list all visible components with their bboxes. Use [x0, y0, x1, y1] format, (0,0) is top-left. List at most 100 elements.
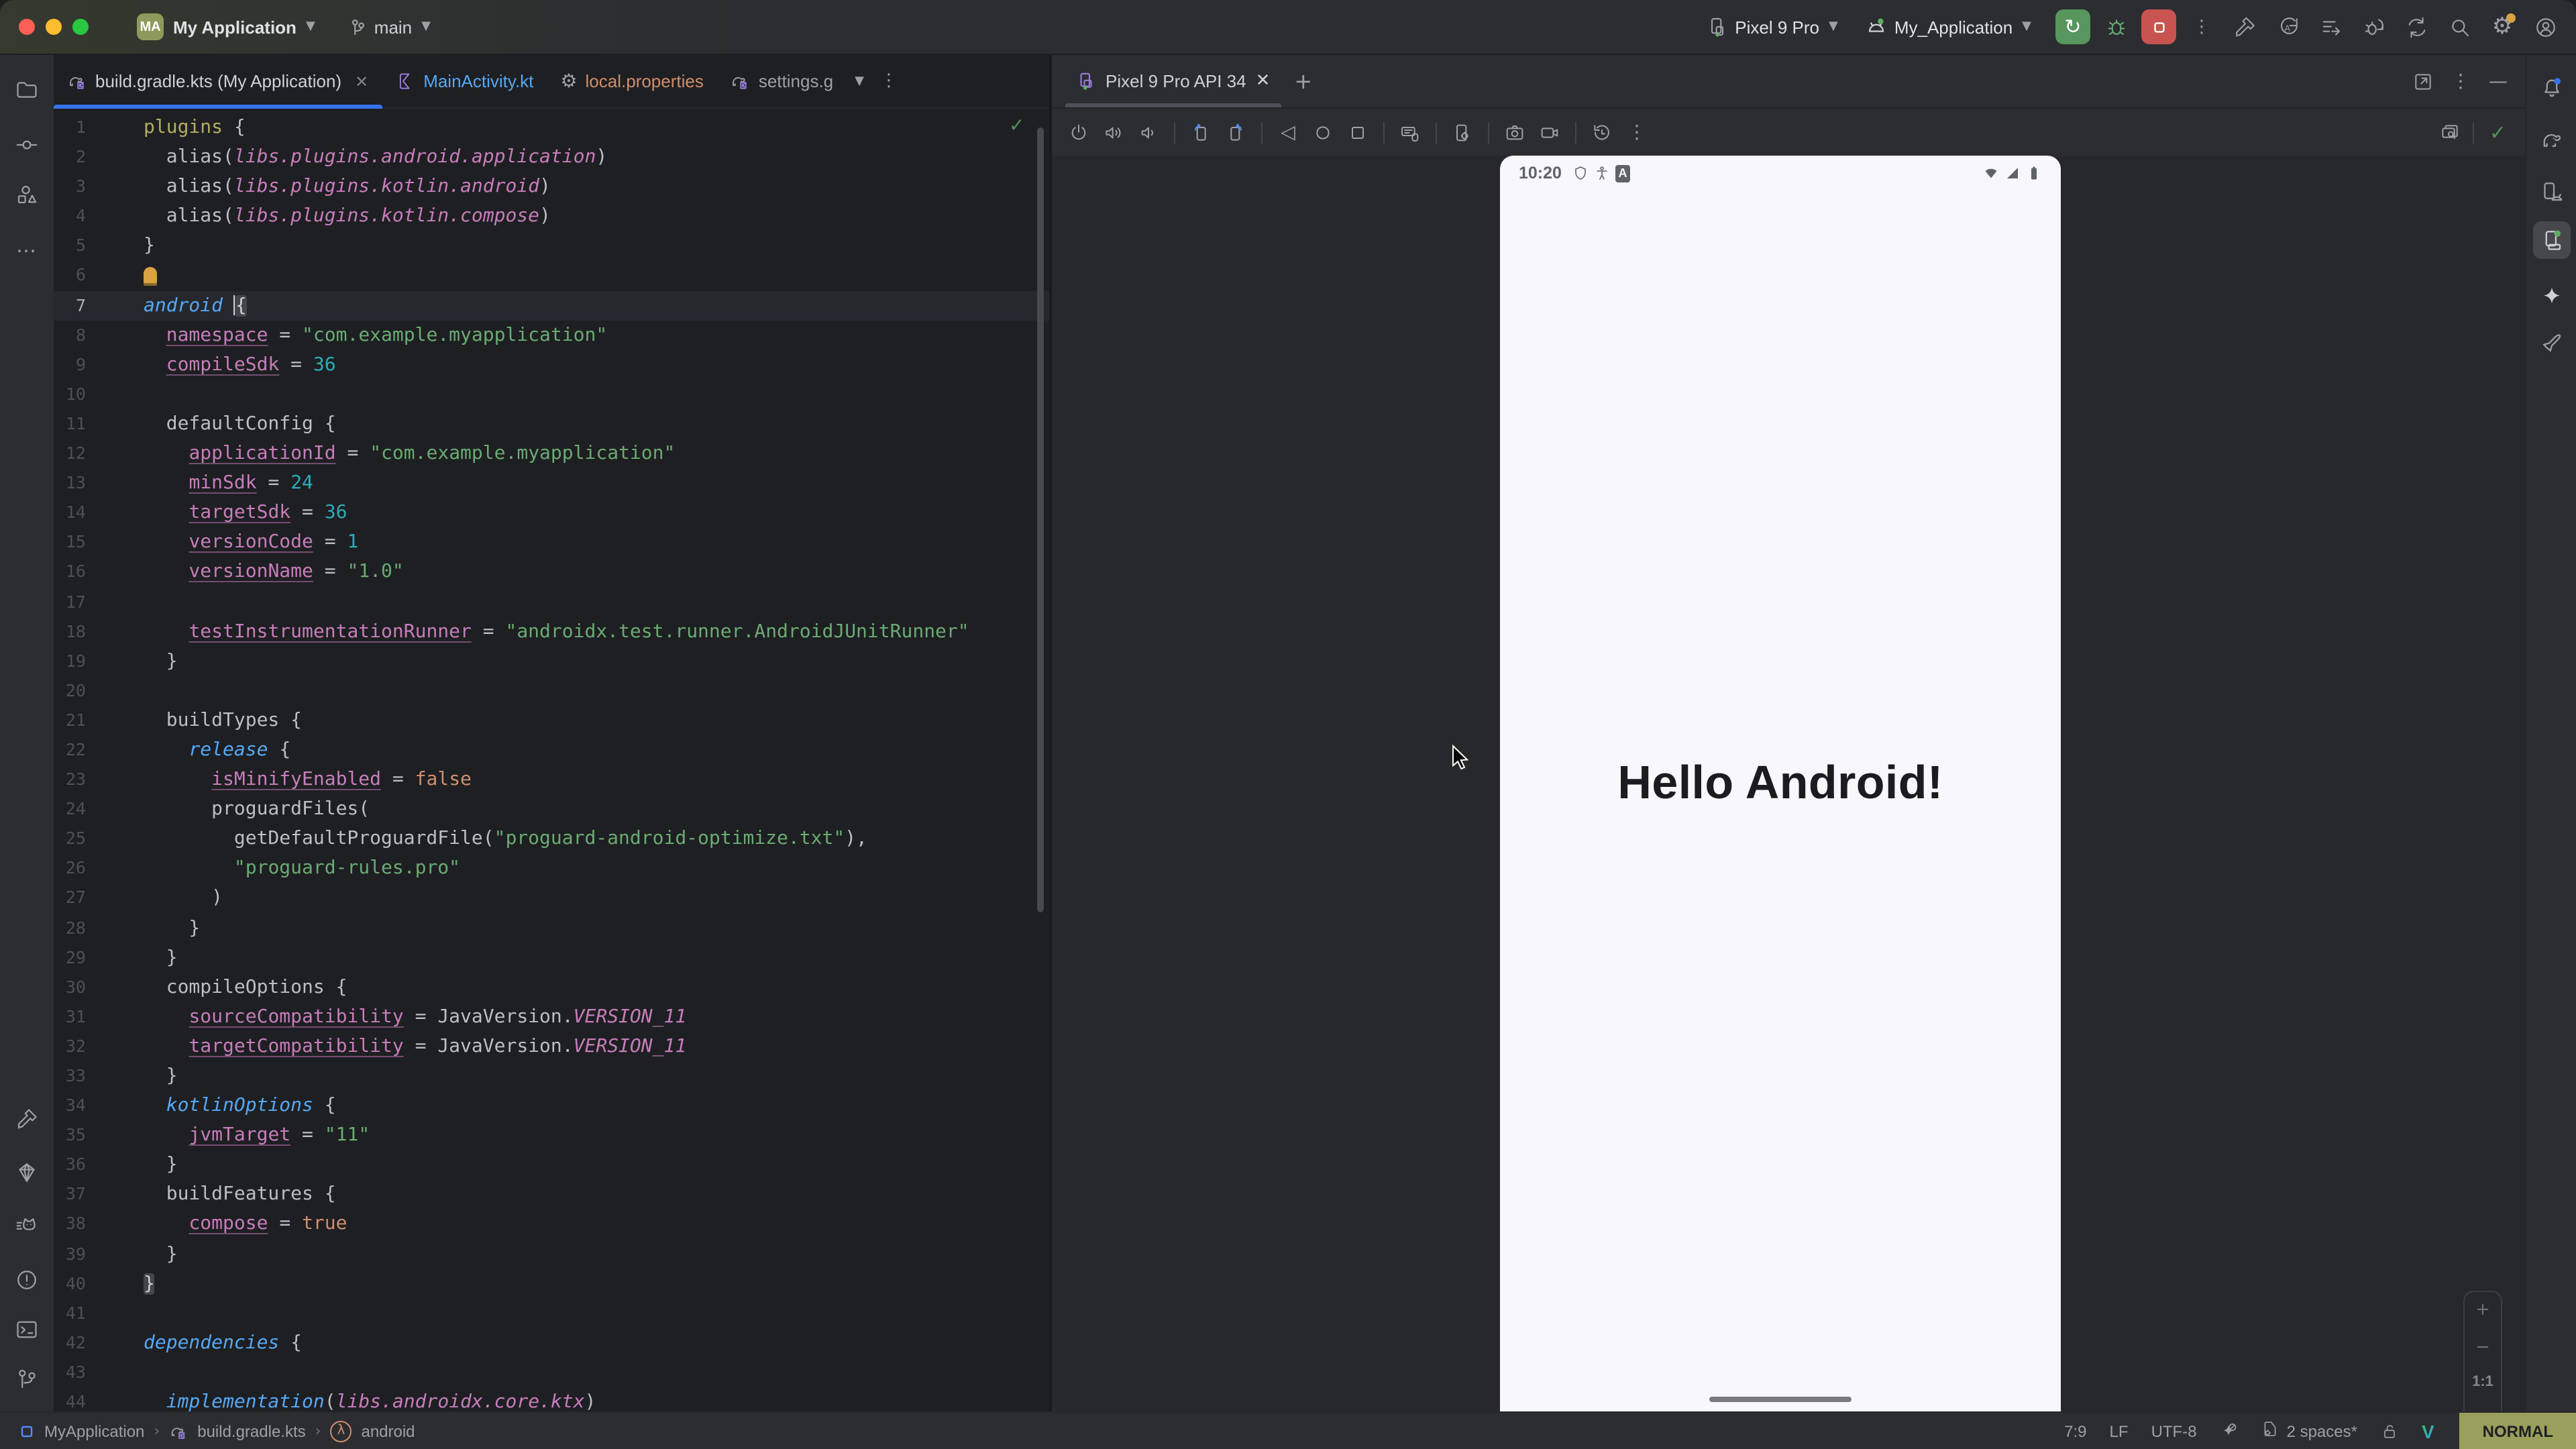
code-editor[interactable]: 1plugins {2 alias(libs.plugins.android.a…	[54, 109, 1049, 1411]
code-line[interactable]: 28 }	[54, 913, 1049, 943]
snapshots-button[interactable]	[1586, 116, 1618, 148]
code-line[interactable]: 8 namespace = "com.example.myapplication…	[54, 320, 1049, 350]
tab-settings-gradle[interactable]: settings.g	[717, 55, 847, 107]
structure-tool-button[interactable]	[8, 176, 46, 213]
macos-close-button[interactable]	[19, 19, 35, 35]
more-tool-windows-button[interactable]: …	[8, 227, 46, 264]
device-tab[interactable]: Pixel 9 Pro API 34 ✕	[1065, 55, 1281, 107]
code-line[interactable]: 29 }	[54, 943, 1049, 972]
device-settings-button[interactable]	[1446, 116, 1479, 148]
caret-position-widget[interactable]: 7:9	[2064, 1421, 2086, 1440]
apply-code-changes-button[interactable]	[2313, 9, 2348, 44]
terminal-tool-button[interactable]	[8, 1311, 46, 1348]
code-line[interactable]: 27 )	[54, 883, 1049, 913]
code-line[interactable]: 34 kotlinOptions {	[54, 1091, 1049, 1120]
apply-changes-button[interactable]: A	[2270, 9, 2305, 44]
power-button[interactable]	[1063, 116, 1095, 148]
quickfix-bulb-icon[interactable]	[144, 268, 157, 284]
code-line[interactable]: 10	[54, 380, 1049, 409]
debug-button[interactable]	[2098, 9, 2133, 44]
close-icon[interactable]: ✕	[355, 72, 368, 91]
gemini-disabled-icon[interactable]	[2220, 1421, 2239, 1440]
ideavim-icon[interactable]: V	[2422, 1420, 2434, 1442]
hide-panel-button[interactable]: —	[2482, 65, 2514, 97]
code-line[interactable]: 11 defaultConfig {	[54, 409, 1049, 439]
layout-inspector-button[interactable]	[2434, 116, 2467, 148]
code-line[interactable]: 18 testInstrumentationRunner = "androidx…	[54, 616, 1049, 646]
hardware-input-button[interactable]	[1394, 116, 1426, 148]
emulator-more-button[interactable]: ⋮	[1621, 116, 1653, 148]
code-line[interactable]: 40}	[54, 1269, 1049, 1298]
code-line[interactable]: 5}	[54, 231, 1049, 261]
problems-tool-button[interactable]	[8, 1261, 46, 1299]
device-manager-tool-button[interactable]	[2533, 173, 2571, 211]
running-devices-tool-button[interactable]	[2533, 221, 2571, 259]
notifications-button[interactable]	[2533, 68, 2571, 106]
gradle-sync-button[interactable]	[2399, 9, 2434, 44]
more-actions-button[interactable]: ⋮	[2184, 9, 2219, 44]
code-line[interactable]: 23 isMinifyEnabled = false	[54, 765, 1049, 794]
zoom-out-button[interactable]: −	[2475, 1339, 2490, 1356]
add-device-button[interactable]: +	[1294, 68, 1312, 94]
code-line[interactable]: 33 }	[54, 1061, 1049, 1091]
version-control-tool-button[interactable]	[8, 1360, 46, 1398]
tab-local-properties[interactable]: ⚙ local.properties	[547, 55, 716, 107]
inspections-ok-icon[interactable]: ✓	[1009, 115, 1024, 137]
code-line[interactable]: 6	[54, 261, 1049, 290]
code-line[interactable]: 14 targetSdk = 36	[54, 498, 1049, 527]
editor-tab-options[interactable]: ⋮	[872, 55, 906, 107]
macos-zoom-button[interactable]	[72, 19, 89, 35]
project-selector[interactable]: My Application ▼	[173, 17, 315, 37]
code-line[interactable]: 13 minSdk = 24	[54, 468, 1049, 498]
code-line[interactable]: 25 getDefaultProguardFile("proguard-andr…	[54, 824, 1049, 854]
code-line[interactable]: 15 versionCode = 1	[54, 528, 1049, 557]
tab-build-gradle[interactable]: build.gradle.kts (My Application) ✕	[54, 55, 382, 107]
editor-scrollbar[interactable]	[1037, 127, 1044, 912]
code-line[interactable]: 37 buildFeatures {	[54, 1180, 1049, 1210]
code-line[interactable]: 26 "proguard-rules.pro"	[54, 854, 1049, 883]
code-line[interactable]: 39 }	[54, 1239, 1049, 1269]
tab-mainactivity[interactable]: MainActivity.kt	[382, 55, 547, 107]
volume-down-button[interactable]	[1132, 116, 1165, 148]
code-line[interactable]: 31 sourceCompatibility = JavaVersion.VER…	[54, 1002, 1049, 1032]
code-line[interactable]: 16 versionName = "1.0"	[54, 557, 1049, 587]
rotate-left-button[interactable]	[1185, 116, 1217, 148]
code-line[interactable]: 3 alias(libs.plugins.kotlin.android)	[54, 172, 1049, 201]
macos-minimize-button[interactable]	[46, 19, 62, 35]
code-line[interactable]: 43	[54, 1358, 1049, 1387]
breadcrumb-file[interactable]: build.gradle.kts	[197, 1421, 305, 1440]
code-line[interactable]: 21 buildTypes {	[54, 706, 1049, 735]
volume-up-button[interactable]	[1097, 116, 1130, 148]
code-line[interactable]: 32 targetCompatibility = JavaVersion.VER…	[54, 1032, 1049, 1061]
close-icon[interactable]: ✕	[1256, 71, 1271, 91]
gesture-navigation-bar[interactable]	[1709, 1397, 1851, 1402]
code-line[interactable]: 22 release {	[54, 735, 1049, 765]
code-line[interactable]: 36 }	[54, 1150, 1049, 1180]
code-line[interactable]: 9 compileSdk = 36	[54, 350, 1049, 380]
code-line[interactable]: 17	[54, 587, 1049, 616]
code-line[interactable]: 20	[54, 676, 1049, 706]
attach-debugger-button[interactable]	[2356, 9, 2391, 44]
readonly-lock-icon[interactable]	[2380, 1421, 2399, 1440]
search-everywhere-button[interactable]	[2442, 9, 2477, 44]
home-button[interactable]	[1307, 116, 1339, 148]
account-button[interactable]	[2528, 9, 2563, 44]
code-line[interactable]: 42dependencies {	[54, 1328, 1049, 1358]
app-quality-insights-tool-button[interactable]	[8, 1154, 46, 1191]
code-line[interactable]: 12 applicationId = "com.example.myapplic…	[54, 439, 1049, 468]
code-line[interactable]: 41	[54, 1299, 1049, 1328]
encoding-widget[interactable]: UTF-8	[2151, 1421, 2197, 1440]
indent-widget[interactable]: 2 spaces*	[2261, 1419, 2357, 1442]
code-line[interactable]: 1plugins {	[54, 113, 1049, 142]
run-configuration-selector[interactable]: My_Application ▼	[1865, 15, 2031, 38]
overview-button[interactable]	[1342, 116, 1374, 148]
code-line[interactable]: 30 compileOptions {	[54, 972, 1049, 1002]
panel-options-button[interactable]: ⋮	[2445, 65, 2477, 97]
gradle-tool-button[interactable]	[2533, 121, 2571, 158]
line-separator-widget[interactable]: LF	[2110, 1421, 2129, 1440]
code-line[interactable]: 7android {	[54, 290, 1049, 320]
commit-tool-button[interactable]	[8, 126, 46, 164]
code-line[interactable]: 44 implementation(libs.androidx.core.ktx…	[54, 1387, 1049, 1411]
code-line[interactable]: 19 }	[54, 646, 1049, 676]
screen-record-button[interactable]	[1534, 116, 1566, 148]
